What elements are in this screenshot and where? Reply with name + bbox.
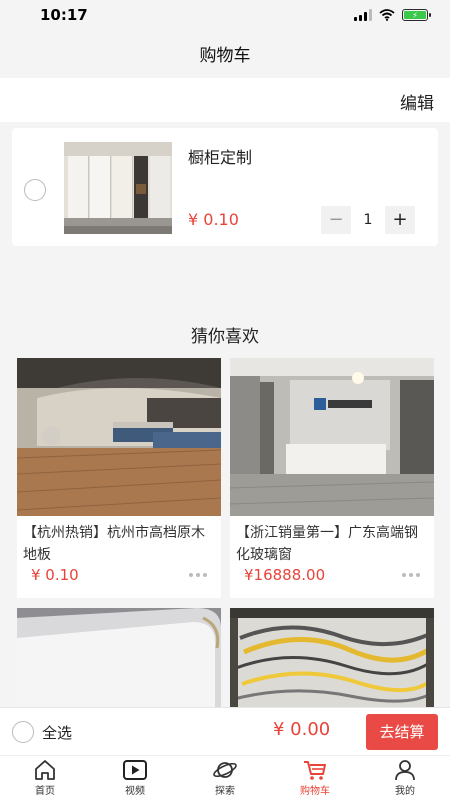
battery-icon: ⚡: [402, 9, 431, 21]
tab-mine[interactable]: 我的: [360, 756, 450, 800]
recommend-title: 猜你喜欢: [191, 327, 259, 347]
more-options-icon[interactable]: [402, 570, 422, 580]
product-card[interactable]: 【浙江销量第一】广东高端钢化玻璃窗 ¥16888.00: [230, 358, 434, 598]
product-image[interactable]: [17, 608, 221, 707]
cart-item-price: ¥ 0.10: [188, 210, 239, 229]
increase-button[interactable]: +: [385, 206, 415, 234]
product-title[interactable]: 【浙江销量第一】广东高端钢化玻璃窗: [230, 516, 434, 568]
decrease-button[interactable]: −: [321, 206, 351, 234]
quantity-stepper: − 1 +: [321, 206, 415, 234]
cart-item: 橱柜定制 ¥ 0.10 − 1 +: [12, 128, 438, 246]
product-card[interactable]: [230, 608, 434, 707]
tab-home-label: 首页: [35, 786, 55, 797]
product-image[interactable]: [230, 608, 434, 707]
select-all-label[interactable]: 全选: [42, 722, 72, 743]
select-all-checkbox[interactable]: [12, 721, 34, 743]
product-card[interactable]: 【杭州热销】杭州市高档原木地板 ¥ 0.10: [17, 358, 221, 598]
page-title: 购物车: [0, 34, 450, 78]
product-price: ¥16888.00: [244, 566, 326, 584]
status-icons: ⚡: [354, 9, 431, 21]
tab-video-label: 视频: [125, 786, 145, 797]
status-bar: 10:17 ⚡: [0, 0, 450, 34]
signal-icon: [354, 9, 372, 21]
tab-home[interactable]: 首页: [0, 756, 90, 800]
product-card[interactable]: [17, 608, 221, 707]
wifi-icon: [379, 9, 395, 21]
checkout-bar: 全选 ¥ 0.00 去结算: [0, 707, 450, 755]
total-price: ¥ 0.00: [273, 719, 331, 740]
product-image[interactable]: [17, 358, 221, 516]
more-options-icon[interactable]: [189, 570, 209, 580]
checkout-button[interactable]: 去结算: [366, 714, 438, 750]
tab-mine-label: 我的: [395, 786, 415, 797]
planet-icon: [213, 762, 237, 778]
product-title[interactable]: 【杭州热销】杭州市高档原木地板: [17, 516, 221, 568]
cart-item-image[interactable]: [64, 142, 172, 234]
edit-button[interactable]: 编辑: [400, 89, 434, 114]
tab-bar: 首页 视频 探索 购物车 我的: [0, 755, 450, 800]
video-icon: [123, 760, 147, 780]
home-icon: [35, 760, 55, 780]
tab-explore-label: 探索: [215, 786, 235, 797]
product-image[interactable]: [230, 358, 434, 516]
tab-cart[interactable]: 购物车: [270, 756, 360, 800]
quantity-value[interactable]: 1: [351, 206, 385, 234]
user-icon: [395, 760, 415, 781]
cart-item-checkbox[interactable]: [24, 179, 46, 201]
cart-item-name[interactable]: 橱柜定制: [188, 144, 252, 168]
tab-video[interactable]: 视频: [90, 756, 180, 800]
status-time: 10:17: [40, 6, 88, 24]
edit-bar: 编辑: [0, 78, 450, 122]
product-price: ¥ 0.10: [31, 566, 79, 584]
tab-cart-label: 购物车: [300, 786, 330, 797]
cart-icon: [304, 761, 326, 780]
tab-explore[interactable]: 探索: [180, 756, 270, 800]
